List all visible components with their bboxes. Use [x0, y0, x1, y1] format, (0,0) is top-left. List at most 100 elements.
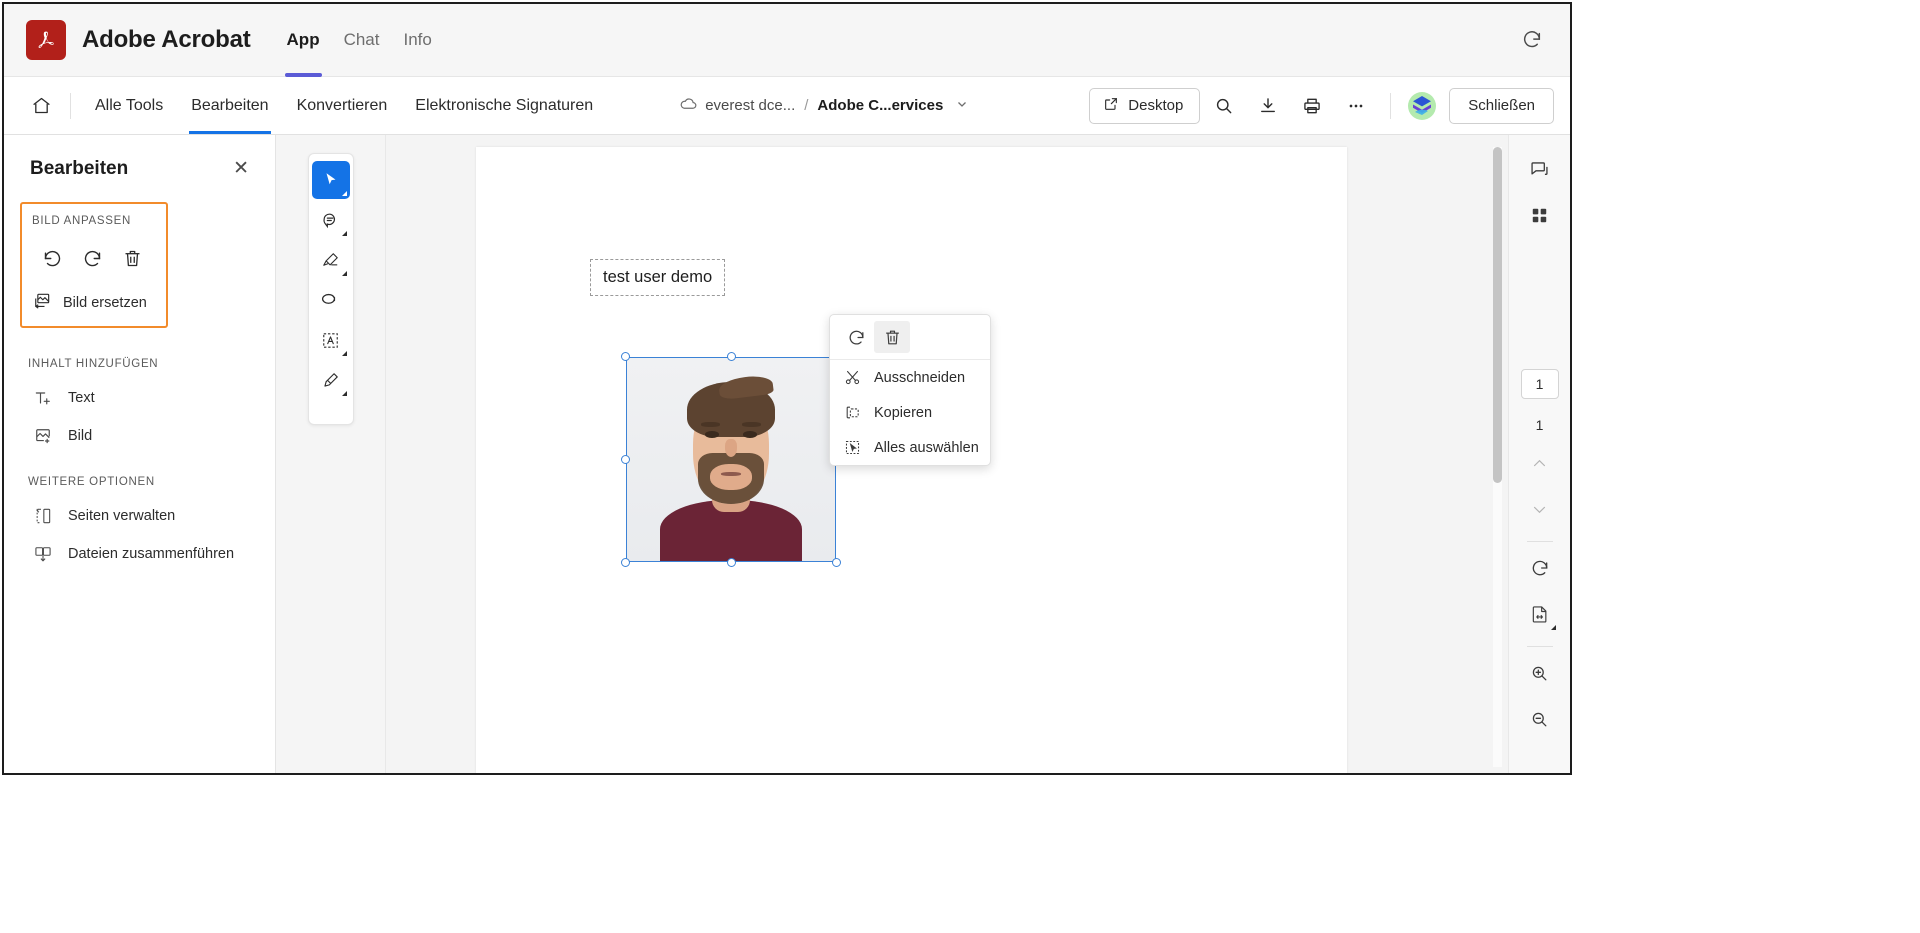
portrait-illustration: [627, 358, 835, 561]
select-cursor-icon[interactable]: [311, 161, 350, 199]
context-menu-cut-label: Ausschneiden: [874, 369, 966, 386]
tool-caret-icon: [341, 191, 347, 196]
resize-handle-nw[interactable]: [621, 352, 630, 361]
merge-files-item[interactable]: Dateien zusammenführen: [32, 544, 275, 564]
close-document-button[interactable]: Schließen: [1449, 87, 1554, 124]
replace-image-label: Bild ersetzen: [63, 295, 147, 311]
image-context-menu: Ausschneiden Kopieren Alles auswählen: [829, 314, 991, 466]
breadcrumb: everest dce... / Adobe C...ervices: [679, 94, 968, 117]
manage-pages-label: Seiten verwalten: [68, 508, 176, 524]
comments-panel-icon[interactable]: [1520, 149, 1560, 189]
context-menu-select-all-label: Alles auswählen: [874, 439, 979, 456]
pdf-page[interactable]: test user demo Ausschneiden Kopieren All…: [476, 147, 1347, 773]
breadcrumb-current[interactable]: Adobe C...ervices: [817, 97, 943, 114]
cut-scissors-icon: [842, 369, 862, 386]
tool-strip-container: [276, 135, 386, 773]
chevron-down-icon[interactable]: [1520, 489, 1560, 529]
print-icon[interactable]: [1292, 87, 1332, 125]
merge-files-icon: [32, 544, 54, 564]
manage-pages-icon: [32, 506, 54, 526]
manage-pages-item[interactable]: Seiten verwalten: [32, 506, 275, 526]
edit-panel-header: Bearbeiten ✕: [4, 135, 275, 180]
search-icon[interactable]: [1204, 87, 1244, 125]
external-link-icon: [1103, 96, 1119, 116]
rotate-right-icon[interactable]: [838, 321, 874, 353]
adjust-image-actions: [32, 241, 166, 275]
toolbar-divider: [70, 92, 71, 119]
annotation-tool-strip: [307, 153, 354, 425]
chevron-up-icon[interactable]: [1520, 443, 1560, 483]
resize-handle-s[interactable]: [726, 558, 736, 567]
resize-handle-w[interactable]: [621, 455, 630, 464]
toolbar-right-actions: Desktop Schließen: [1089, 87, 1554, 125]
resize-handle-se[interactable]: [832, 558, 841, 567]
delete-icon[interactable]: [112, 241, 152, 275]
tool-caret-icon: [341, 351, 347, 356]
zoom-in-icon[interactable]: [1520, 653, 1560, 693]
close-icon[interactable]: ✕: [229, 157, 253, 180]
fit-page-icon[interactable]: [1520, 594, 1560, 634]
rail-divider-2: [1526, 646, 1553, 647]
comment-icon[interactable]: [312, 201, 350, 239]
rotate-left-icon[interactable]: [32, 241, 72, 275]
highlighter-icon[interactable]: [312, 241, 350, 279]
context-menu-copy[interactable]: Kopieren: [830, 395, 990, 430]
delete-icon[interactable]: [874, 321, 910, 353]
add-text-icon: [32, 388, 54, 408]
adjust-image-label: BILD ANPASSEN: [32, 215, 132, 227]
main-body: Bearbeiten ✕ BILD ANPASSEN Bild ersetzen…: [4, 135, 1570, 773]
document-viewport[interactable]: test user demo Ausschneiden Kopieren All…: [386, 135, 1508, 773]
app-title: Adobe Acrobat: [82, 26, 251, 53]
breadcrumb-root[interactable]: everest dce...: [705, 97, 795, 114]
acrobat-window: Adobe Acrobat App Chat Info Alle Tools B…: [2, 2, 1572, 775]
text-box-icon[interactable]: [312, 321, 350, 359]
document-scrollbar[interactable]: [1493, 147, 1502, 767]
tab-info[interactable]: Info: [392, 4, 444, 77]
portrait-photo[interactable]: [626, 357, 836, 562]
chevron-down-icon[interactable]: [956, 97, 968, 114]
replace-image-button[interactable]: Bild ersetzen: [32, 291, 166, 315]
scrollbar-thumb[interactable]: [1493, 147, 1502, 483]
text-object[interactable]: test user demo: [590, 259, 726, 296]
home-icon[interactable]: [22, 87, 60, 125]
toolbar-item-elektronische-signaturen[interactable]: Elektronische Signaturen: [401, 77, 607, 134]
page-total-label: 1: [1535, 417, 1544, 433]
page-number-input[interactable]: 1: [1520, 369, 1559, 399]
thumbnails-grid-icon[interactable]: [1520, 195, 1560, 235]
main-toolbar: Alle Tools Bearbeiten Konvertieren Elekt…: [4, 77, 1570, 135]
adjust-image-section: BILD ANPASSEN Bild ersetzen: [20, 202, 168, 328]
add-image-item[interactable]: Bild: [32, 426, 275, 446]
refresh-icon[interactable]: [1516, 24, 1548, 56]
desktop-button[interactable]: Desktop: [1089, 87, 1201, 124]
rotate-right-icon[interactable]: [72, 241, 112, 275]
rail-divider-1: [1526, 541, 1553, 542]
tool-caret-icon: [341, 271, 347, 276]
right-rail: 1 1: [1508, 135, 1570, 773]
resize-handle-n[interactable]: [726, 352, 736, 361]
download-icon[interactable]: [1248, 87, 1288, 125]
zoom-out-icon[interactable]: [1520, 699, 1560, 739]
add-content-label: INHALT HINZUFÜGEN: [28, 358, 159, 370]
replace-image-icon: [32, 291, 52, 315]
draw-lasso-icon[interactable]: [312, 281, 350, 319]
tab-chat[interactable]: Chat: [332, 4, 392, 77]
breadcrumb-separator: /: [804, 97, 809, 114]
signature-pen-icon[interactable]: [312, 361, 350, 399]
edit-panel: Bearbeiten ✕ BILD ANPASSEN Bild ersetzen…: [4, 135, 276, 773]
select-all-icon: [842, 439, 862, 456]
add-text-item[interactable]: Text: [32, 388, 275, 408]
toolbar-item-alle-tools[interactable]: Alle Tools: [81, 77, 177, 134]
image-object[interactable]: [621, 352, 841, 567]
window-tabs: App Chat Info: [275, 4, 444, 77]
toolbar-item-bearbeiten[interactable]: Bearbeiten: [177, 77, 282, 134]
tool-caret-icon: [341, 391, 347, 396]
rotate-view-icon[interactable]: [1520, 548, 1560, 588]
context-menu-cut[interactable]: Ausschneiden: [830, 360, 990, 395]
add-image-icon: [32, 426, 54, 446]
ellipsis-icon[interactable]: [1336, 87, 1376, 125]
tab-app[interactable]: App: [275, 4, 332, 77]
toolbar-item-konvertieren[interactable]: Konvertieren: [283, 77, 402, 134]
resize-handle-sw[interactable]: [621, 558, 630, 567]
user-avatar[interactable]: [1405, 89, 1439, 123]
context-menu-select-all[interactable]: Alles auswählen: [830, 430, 990, 465]
